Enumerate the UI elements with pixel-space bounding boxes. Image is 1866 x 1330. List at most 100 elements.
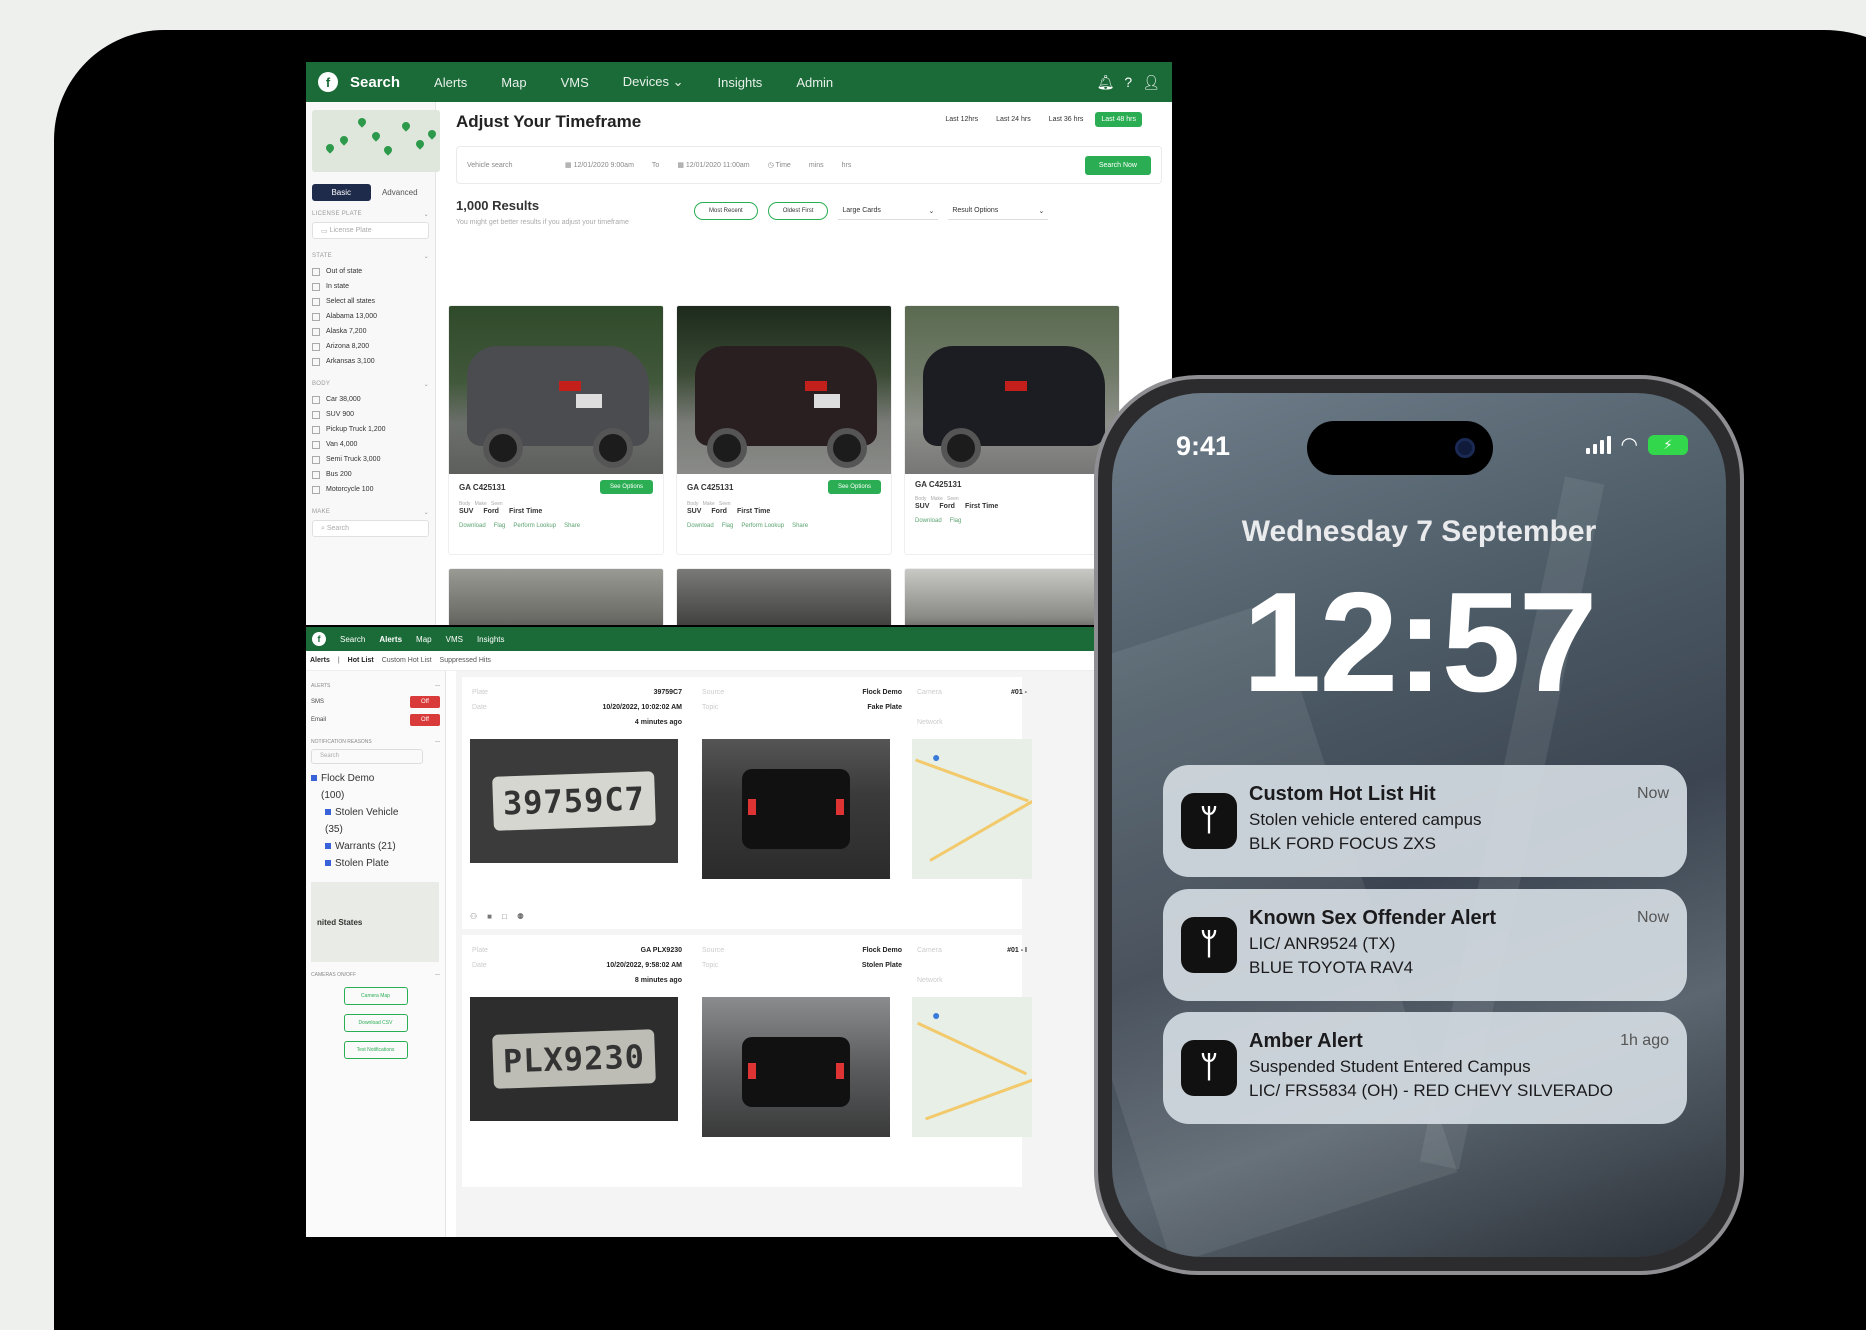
nav-alerts[interactable]: Alerts: [434, 75, 467, 90]
flag-button[interactable]: Flag: [722, 523, 734, 529]
vehicle-card[interactable]: [676, 568, 892, 625]
time-field[interactable]: ◷ Time: [768, 161, 791, 169]
nav-map[interactable]: Map: [416, 635, 432, 644]
state-checkbox[interactable]: Alabama 13,000: [312, 309, 429, 324]
vehicle-card[interactable]: [904, 568, 1120, 625]
tree-item[interactable]: Stolen Vehicle: [311, 804, 440, 821]
test-notifications-button[interactable]: Test Notifications: [343, 1041, 408, 1059]
nav-insights[interactable]: Insights: [477, 635, 505, 644]
state-checkbox[interactable]: Alaska 7,200: [312, 324, 429, 339]
tab-suppressed-hits[interactable]: Suppressed Hits: [440, 657, 491, 664]
oldest-first-button[interactable]: Oldest First: [767, 202, 829, 220]
make-search-input[interactable]: ⌕ Search: [312, 520, 429, 537]
location-map[interactable]: ●: [912, 997, 1032, 1137]
coverage-map[interactable]: nited States: [311, 882, 439, 962]
tree-item[interactable]: Stolen Plate: [311, 855, 440, 872]
stop-icon[interactable]: ■: [487, 912, 492, 921]
tree-item[interactable]: Flock Demo: [311, 770, 440, 787]
collapse-icon[interactable]: —: [435, 972, 440, 978]
download-button[interactable]: Download: [915, 518, 942, 524]
state-checkbox[interactable]: Arizona 8,200: [312, 339, 429, 354]
reason-search-input[interactable]: Search: [311, 749, 423, 764]
result-options-select[interactable]: Result Options ⌄: [948, 203, 1049, 220]
user-icon[interactable]: 👤︎: [1142, 74, 1160, 91]
body-checkbox[interactable]: Pickup Truck 1,200: [312, 422, 429, 437]
tab-basic[interactable]: Basic: [312, 184, 371, 201]
state-checkbox[interactable]: Arkansas 3,100: [312, 354, 429, 369]
sms-toggle[interactable]: Off: [410, 696, 440, 708]
nav-devices[interactable]: Devices ⌄: [623, 74, 684, 90]
tab-custom-hot-list[interactable]: Custom Hot List: [382, 657, 432, 664]
license-plate-section[interactable]: LICENSE PLATE ⌄: [312, 211, 429, 218]
person-icon[interactable]: ⚇: [470, 912, 477, 921]
nav-search[interactable]: Search: [350, 74, 400, 91]
download-csv-button[interactable]: Download CSV: [343, 1014, 408, 1032]
body-checkbox[interactable]: SUV 900: [312, 407, 429, 422]
crumb-alerts[interactable]: Alerts: [310, 657, 330, 664]
license-plate-input[interactable]: ▭ License Plate: [312, 222, 429, 239]
location-map[interactable]: ●: [912, 739, 1032, 879]
body-checkbox[interactable]: Semi Truck 3,000: [312, 452, 429, 467]
square-icon[interactable]: □: [502, 912, 507, 921]
help-icon[interactable]: ?: [1124, 74, 1132, 91]
make-section[interactable]: MAKE ⌄: [312, 509, 429, 516]
nav-vms[interactable]: VMS: [561, 75, 589, 90]
email-toggle[interactable]: Off: [410, 714, 440, 726]
most-recent-button[interactable]: Most Recent: [694, 202, 758, 220]
collapse-icon[interactable]: —: [435, 739, 440, 745]
showcase-frame: f Search Alerts Map VMS Devices ⌄ Insigh…: [54, 30, 1866, 1330]
body-section[interactable]: BODY ⌄: [312, 381, 429, 388]
state-checkbox[interactable]: In state: [312, 279, 429, 294]
nav-vms[interactable]: VMS: [446, 635, 463, 644]
tab-hot-list[interactable]: Hot List: [348, 657, 374, 664]
share-button[interactable]: Share: [792, 523, 808, 529]
vehicle-card[interactable]: [448, 568, 664, 625]
body-checkbox[interactable]: Van 4,000: [312, 437, 429, 452]
range-48[interactable]: Last 48 hrs: [1095, 112, 1142, 127]
range-12[interactable]: Last 12hrs: [939, 112, 984, 127]
nav-admin[interactable]: Admin: [796, 75, 833, 90]
nav-search[interactable]: Search: [340, 635, 365, 644]
flock-logo-icon: f: [312, 632, 326, 646]
share-button[interactable]: Share: [564, 523, 580, 529]
notification-offender[interactable]: ᛘ Known Sex Offender Alert LIC/ ANR9524 …: [1163, 889, 1687, 1001]
flag-button[interactable]: Flag: [494, 523, 506, 529]
nav-map[interactable]: Map: [501, 75, 526, 90]
state-checkbox[interactable]: Out of state: [312, 264, 429, 279]
body-checkbox[interactable]: Bus 200: [312, 467, 429, 482]
see-options-button[interactable]: See Options: [827, 480, 881, 494]
tab-advanced[interactable]: Advanced: [371, 184, 430, 201]
camera-map-button[interactable]: Camera Map: [343, 987, 408, 1005]
bell-icon[interactable]: 🔔︎: [1097, 74, 1115, 91]
date-to-field[interactable]: ▦ 12/01/2020 11:00am: [677, 161, 749, 169]
body-checkbox[interactable]: Motorcycle 100: [312, 482, 429, 497]
download-button[interactable]: Download: [459, 523, 486, 529]
vehicle-card[interactable]: GA C425131 See Options Body Make Seen SUV…: [676, 305, 892, 555]
view-select[interactable]: Large Cards ⌄: [838, 203, 939, 220]
body-checkbox[interactable]: Car 38,000: [312, 392, 429, 407]
perform-lookup-button[interactable]: Perform Lookup: [513, 523, 556, 529]
vehicle-card[interactable]: GA C425131 See Options Body Make Seen SUV…: [448, 305, 664, 555]
state-section[interactable]: STATE ⌄: [312, 253, 429, 260]
range-36[interactable]: Last 36 hrs: [1043, 112, 1090, 127]
nav-alerts[interactable]: Alerts: [379, 635, 402, 644]
vehicle-search-input[interactable]: Vehicle search: [467, 162, 547, 169]
state-checkbox[interactable]: Select all states: [312, 294, 429, 309]
add-user-icon[interactable]: ⚉: [517, 912, 524, 921]
nav-insights[interactable]: Insights: [718, 75, 763, 90]
see-options-button[interactable]: See Options: [599, 480, 653, 494]
mini-map[interactable]: [312, 110, 440, 172]
notification-amber[interactable]: ᛘ Amber Alert Suspended Student Entered …: [1163, 1012, 1687, 1124]
collapse-icon[interactable]: —: [435, 683, 440, 689]
date-from-field[interactable]: ▦ 12/01/2020 9:00am: [565, 161, 634, 169]
search-now-button[interactable]: Search Now: [1084, 155, 1151, 175]
alert-card[interactable]: Plate 39759C7 Date 10/20/2022, 10:02:02 AM…: [462, 677, 1032, 929]
vehicle-card[interactable]: GA C425131 Body Make Seen SUV Ford First T…: [904, 305, 1120, 555]
flag-button[interactable]: Flag: [950, 518, 962, 524]
range-24[interactable]: Last 24 hrs: [990, 112, 1037, 127]
tree-item[interactable]: Warrants (21): [311, 838, 440, 855]
perform-lookup-button[interactable]: Perform Lookup: [741, 523, 784, 529]
download-button[interactable]: Download: [687, 523, 714, 529]
alert-card[interactable]: Plate GA PLX9230 Date 10/20/2022, 9:58:02 …: [462, 935, 1032, 1187]
notification-hot-list[interactable]: ᛘ Custom Hot List Hit Stolen vehicle ent…: [1163, 765, 1687, 877]
